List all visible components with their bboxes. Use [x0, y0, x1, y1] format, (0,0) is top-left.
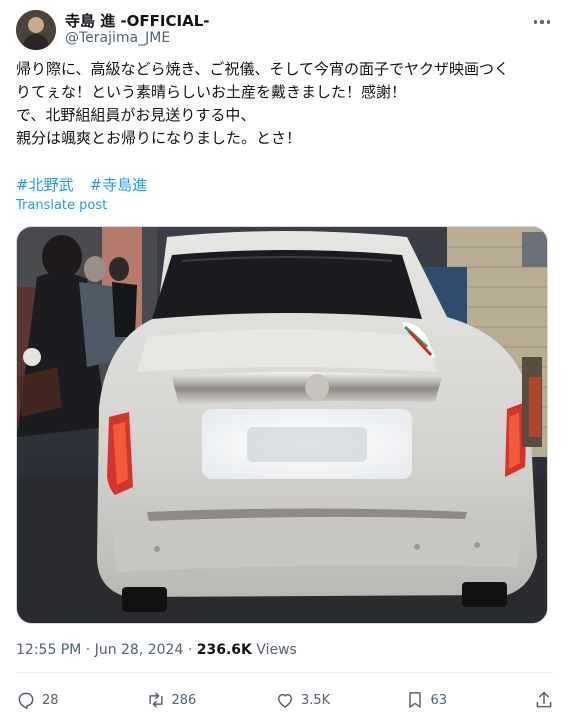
avatar-image: [16, 10, 56, 50]
share-icon: [536, 691, 552, 708]
reply-button[interactable]: 28: [16, 690, 116, 710]
translate-post-link[interactable]: Translate post: [16, 198, 107, 213]
divider: [16, 672, 554, 673]
tweet-text: 帰り際に、高級などら焼き、ご祝儀、そして今宵の面子でヤクザ映画つく りてぇな！と…: [16, 58, 556, 150]
more-dots-icon[interactable]: [530, 12, 554, 32]
tweet-meta: 12:55 PM · Jun 28, 2024 · 236.6K Views: [16, 642, 297, 658]
views-count: 236.6K: [196, 642, 252, 658]
like-count: 3.5K: [301, 692, 331, 708]
tweet-time[interactable]: 12:55 PM: [16, 642, 81, 658]
like-button[interactable]: 3.5K: [275, 690, 375, 710]
reply-icon: [18, 692, 34, 710]
tweet-line: 親分は颯爽とお帰りになりました。とさ！: [16, 129, 302, 147]
repost-count: 286: [171, 692, 197, 708]
tweet-line: で、北野組組員がお見送りする中、: [16, 106, 256, 124]
tweet-date[interactable]: Jun 28, 2024: [95, 642, 184, 658]
car-rear-photo: [17, 227, 547, 623]
hashtag-link[interactable]: #北野武: [16, 176, 74, 194]
hashtag-link[interactable]: #寺島進: [90, 176, 148, 194]
author-handle[interactable]: @Terajima_JME: [65, 30, 170, 46]
heart-icon: [278, 693, 292, 708]
share-button[interactable]: [534, 690, 554, 710]
tweet-photo[interactable]: [16, 226, 548, 624]
meta-separator: ·: [81, 642, 95, 658]
tweet-line: りてぇな！という素晴らしいお土産を戴きました！感謝！: [16, 83, 407, 101]
avatar[interactable]: [16, 10, 56, 50]
tweet-line: 帰り際に、高級などら焼き、ご祝儀、そして今宵の面子でヤクザ映画つく: [16, 60, 510, 78]
bookmark-button[interactable]: 63: [405, 690, 505, 710]
action-bar: 28 286 3.5K 63: [16, 688, 554, 712]
views-label: Views: [251, 642, 297, 658]
bookmark-count: 63: [430, 692, 448, 708]
hashtags: #北野武 #寺島進: [16, 174, 163, 195]
author-name[interactable]: 寺島 進 -OFFICIAL-: [65, 10, 209, 31]
meta-separator: ·: [183, 642, 197, 658]
reply-count: 28: [42, 692, 59, 708]
repost-icon: [148, 692, 163, 708]
repost-button[interactable]: 286: [146, 690, 246, 710]
bookmark-icon: [408, 692, 421, 708]
